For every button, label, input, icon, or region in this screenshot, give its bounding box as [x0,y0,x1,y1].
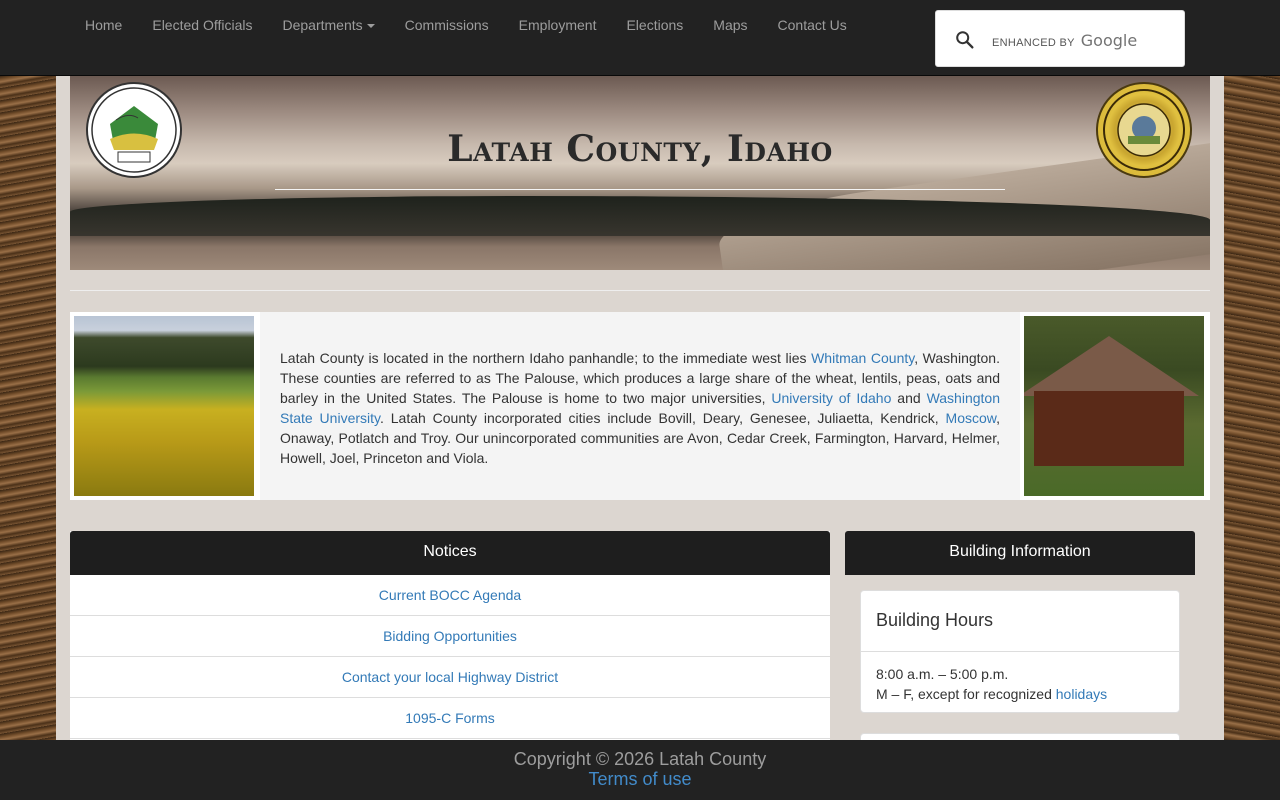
state-seal-graphic [1103,89,1185,171]
moscow-link[interactable]: Moscow [946,410,997,426]
title-divider [275,189,1005,190]
search-branding: ENHANCED BY Google [992,31,1137,50]
barn-body [1034,391,1184,466]
notice-item: 1095-C Forms [70,698,830,739]
bidding-opportunities-link[interactable]: Bidding Opportunities [383,628,517,644]
building-hours-body: 8:00 a.m. – 5:00 p.m. M – F, except for … [861,652,1179,716]
notice-item: Bidding Opportunities [70,616,830,657]
page-title: Latah County, Idaho [447,128,833,170]
nav-maps[interactable]: Maps [698,0,762,50]
nav-elected-officials[interactable]: Elected Officials [137,0,267,50]
intro-section: Latah County is located in the northern … [260,312,1020,500]
building-hours-time: 8:00 a.m. – 5:00 p.m. [876,666,1009,682]
intro-text-1: Latah County is located in the northern … [280,350,812,366]
terms-of-use-link[interactable]: Terms of use [588,769,691,789]
header-banner: Latah County, Idaho [70,76,1210,270]
building-hours-days: M – F, except for recognized holidays [876,684,1164,704]
notices-header: Notices [70,531,830,575]
whitman-county-link[interactable]: Whitman County [811,350,914,366]
google-logo-text: Google [1080,31,1138,50]
nav-employment[interactable]: Employment [504,0,612,50]
university-of-idaho-link[interactable]: University of Idaho [771,390,891,406]
notice-item: Current BOCC Agenda [70,575,830,616]
barn-roof [1024,336,1199,396]
section-divider [70,290,1210,291]
palouse-field-photo [70,312,260,500]
nav-commissions[interactable]: Commissions [390,0,504,50]
nav-links: Home Elected Officials Departments Commi… [70,0,862,50]
caret-down-icon [366,24,375,29]
building-info-header: Building Information [845,531,1195,575]
search-brand-prefix: ENHANCED BY [992,37,1075,49]
nav-contact-us[interactable]: Contact Us [763,0,862,50]
background-wheat-left [0,76,56,740]
search-input[interactable]: ENHANCED BY Google [935,10,1185,67]
background-wheat-right [1224,76,1280,740]
intro-text-4: . Latah County incorporated cities inclu… [379,410,946,426]
idaho-state-seal-logo[interactable] [1096,82,1192,178]
footer: Copyright © 2026 Latah County Terms of u… [0,740,1280,800]
building-info-panel: Building Information Building Hours 8:00… [845,531,1195,773]
highway-district-link[interactable]: Contact your local Highway District [342,669,558,685]
intro-text-3: and [891,390,927,406]
field-image [74,316,254,496]
building-hours-title: Building Hours [861,591,1179,652]
barn-image [1024,316,1204,496]
nav-departments-label: Departments [282,17,363,33]
building-days-text: M – F, except for recognized [876,686,1056,702]
nav-departments[interactable]: Departments [267,0,389,50]
1095c-forms-link[interactable]: 1095-C Forms [405,710,494,726]
notice-item: Contact your local Highway District [70,657,830,698]
top-navbar: Home Elected Officials Departments Commi… [0,0,1280,76]
holidays-link[interactable]: holidays [1056,686,1107,702]
copyright-text: Copyright © 2026 Latah County [513,749,767,769]
intro-paragraph: Latah County is located in the northern … [280,348,1000,468]
main-container: Latah County, Idaho Latah County is loca… [56,76,1224,773]
nav-elections[interactable]: Elections [611,0,698,50]
search-icon[interactable] [954,29,976,51]
barn-photo [1020,312,1210,500]
building-hours-card: Building Hours 8:00 a.m. – 5:00 p.m. M –… [860,590,1180,713]
nav-home[interactable]: Home [70,0,137,50]
bocc-agenda-link[interactable]: Current BOCC Agenda [379,587,521,603]
notices-panel: Notices Current BOCC Agenda Bidding Oppo… [70,531,830,751]
